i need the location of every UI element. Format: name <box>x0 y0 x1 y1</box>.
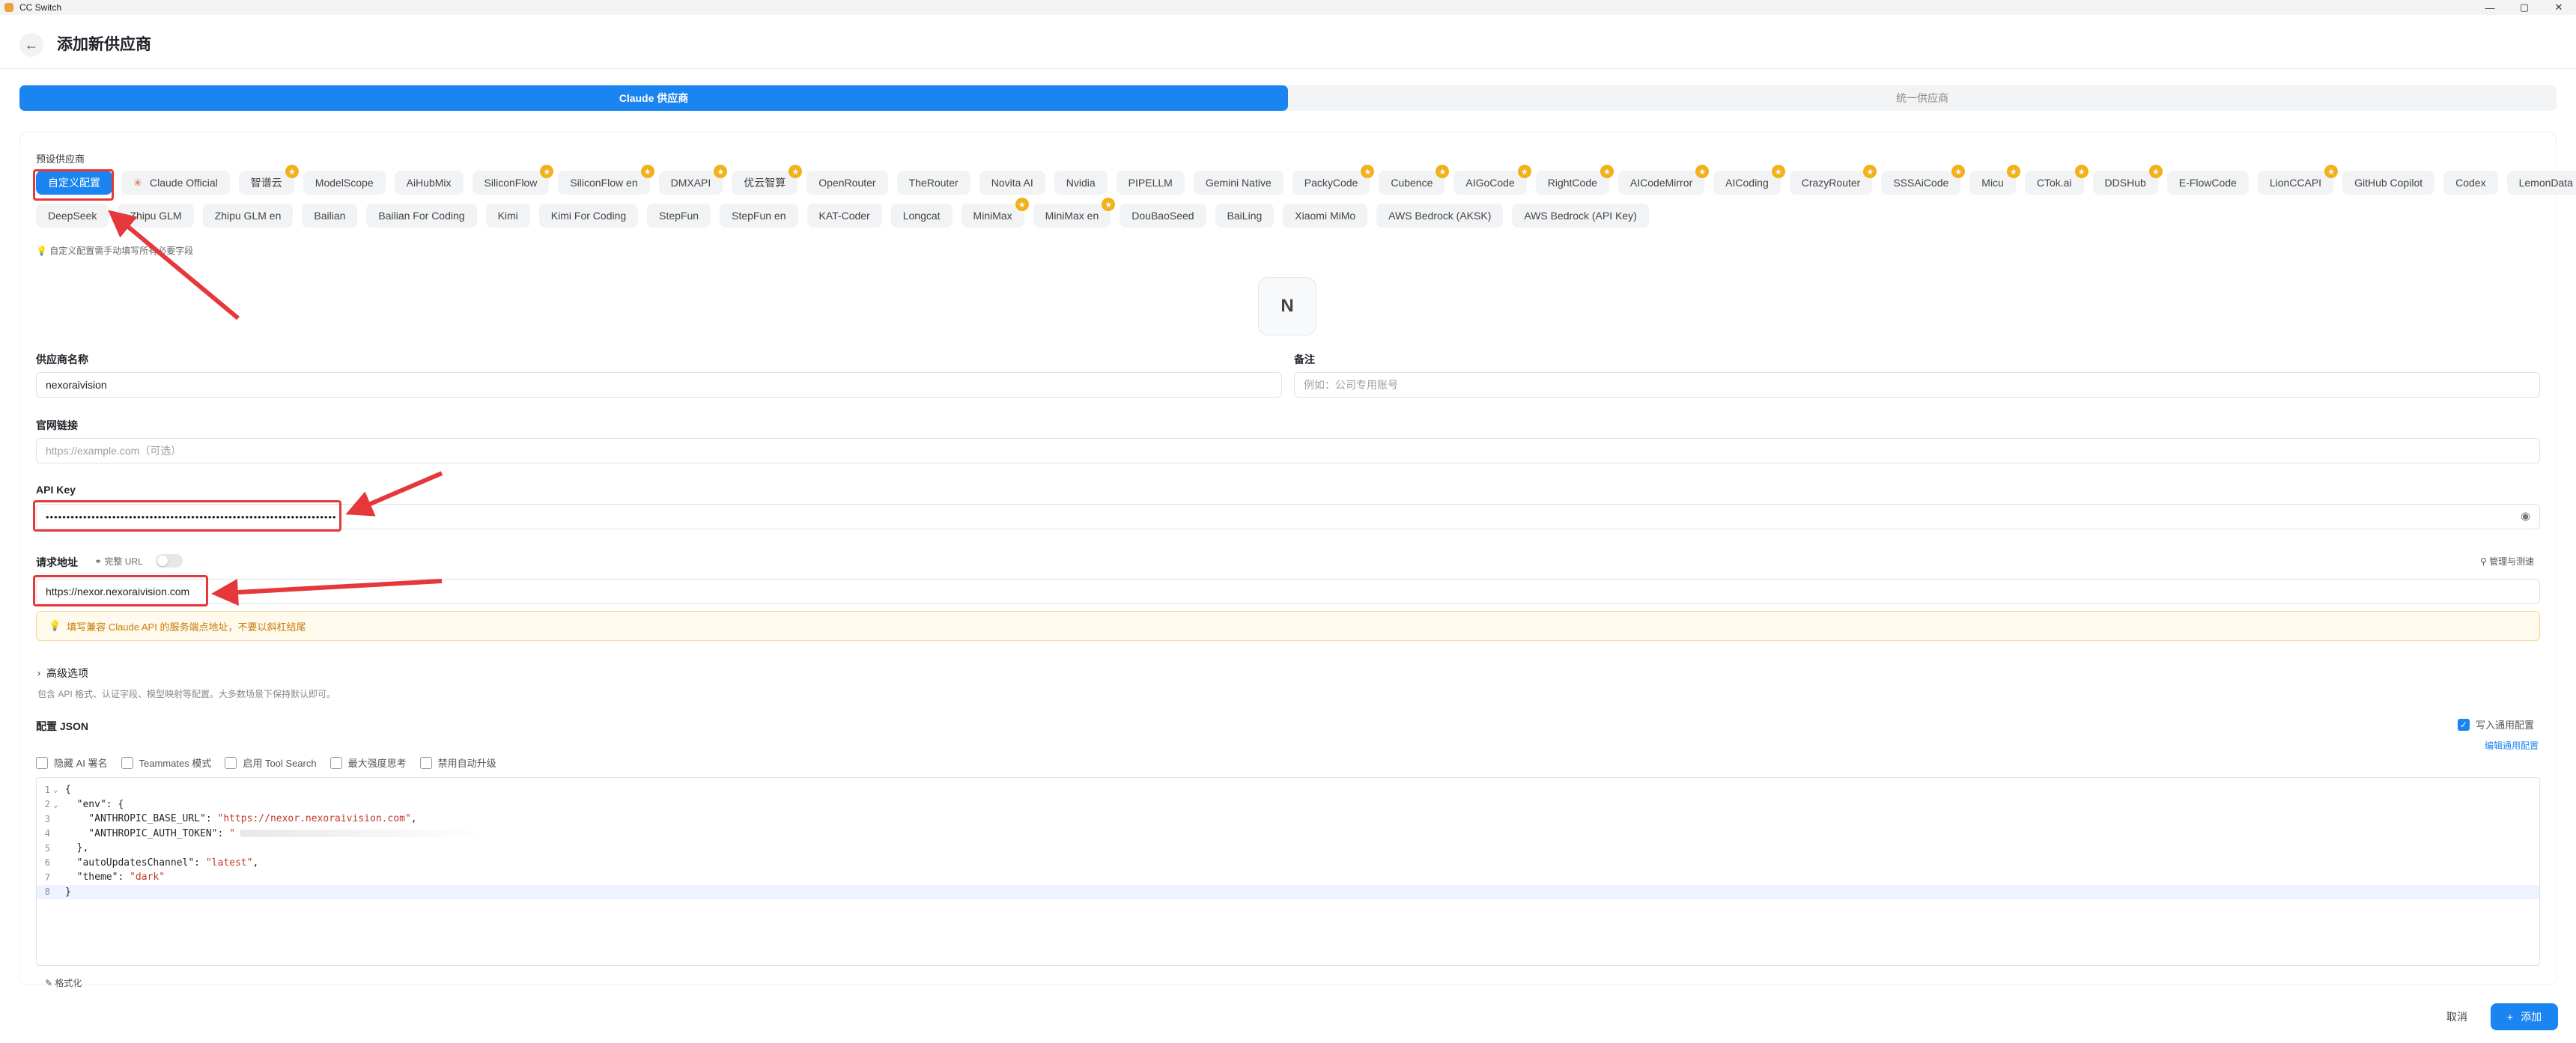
arrow-to-endpoint <box>211 579 443 606</box>
arrow-to-custom-config <box>108 210 240 320</box>
annotation-arrows <box>108 210 443 606</box>
arrow-to-api-key <box>345 471 443 517</box>
